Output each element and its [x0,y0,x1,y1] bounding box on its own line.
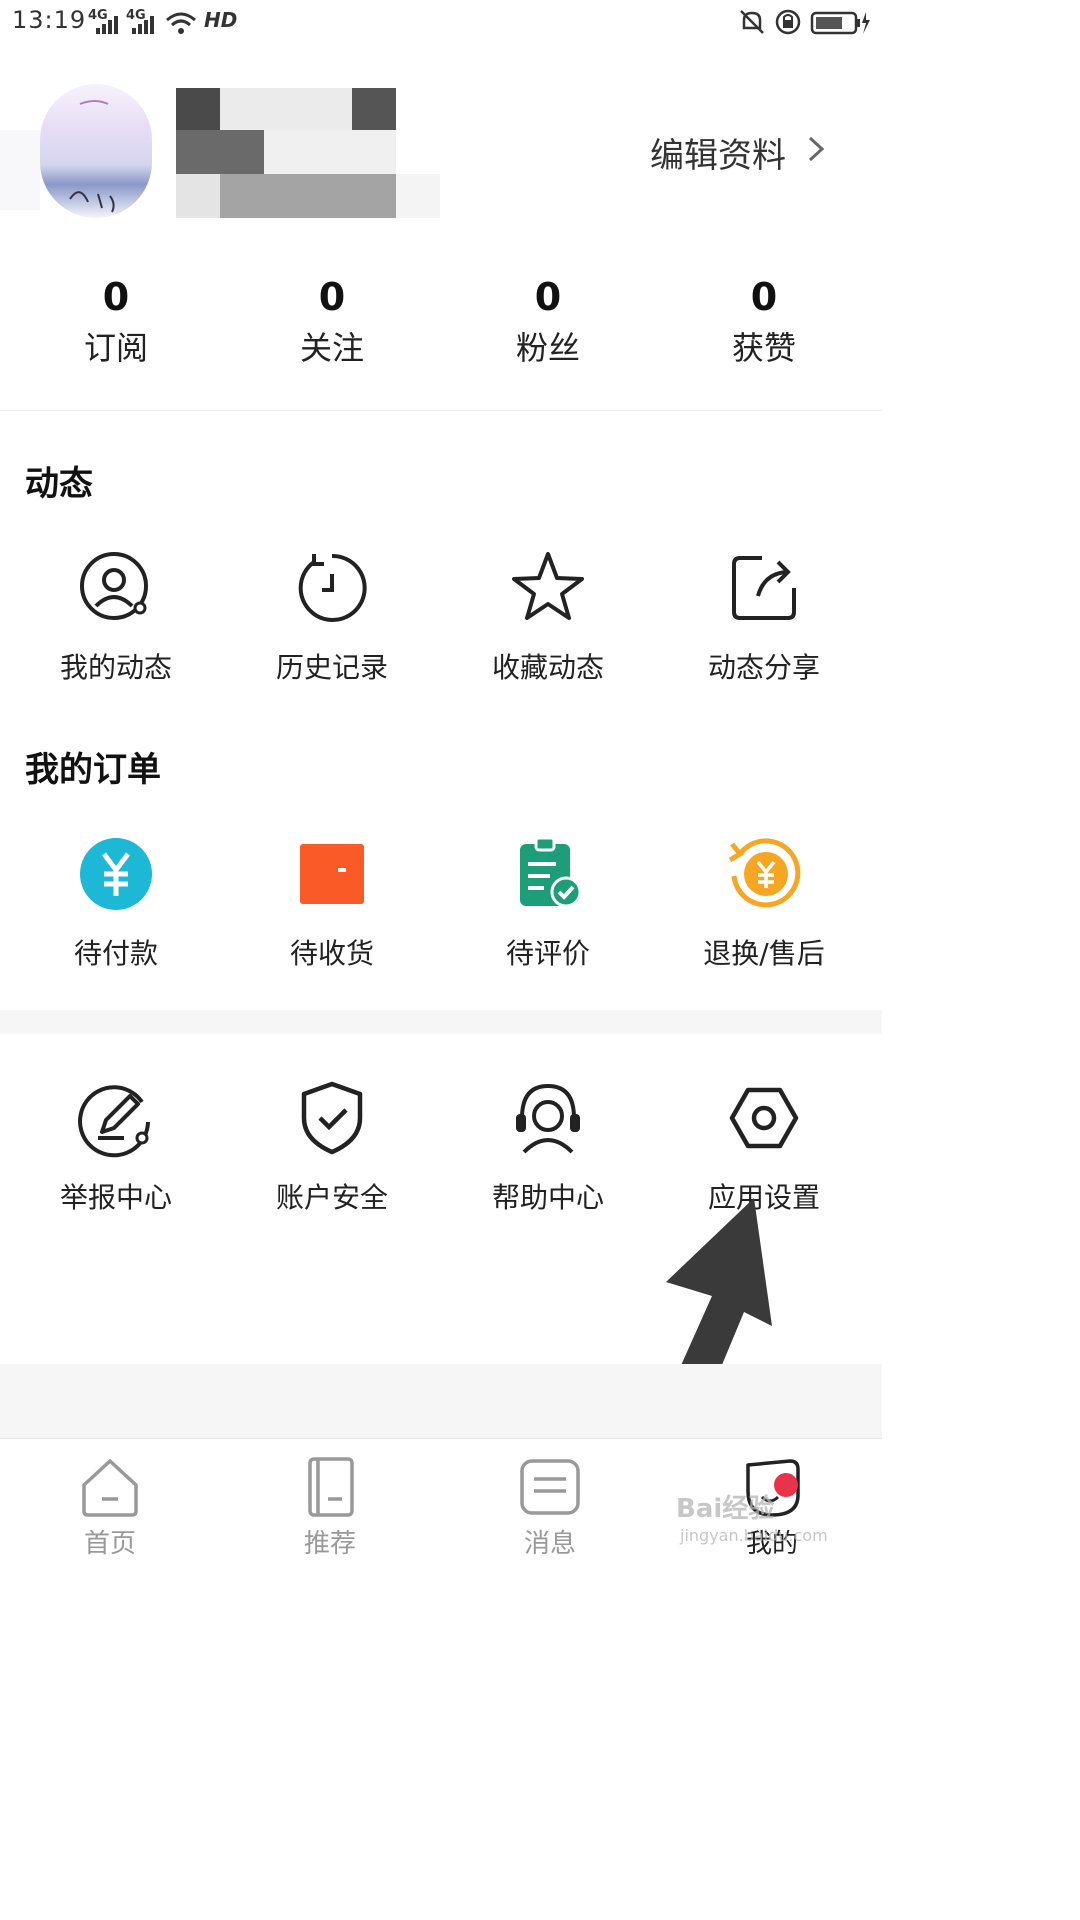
stat-subscriptions[interactable]: 0 订阅 [16,274,216,376]
nav-messages-label: 消息 [523,1529,576,1559]
yuan-coin-icon [80,838,152,910]
signal-bars-icon [96,16,118,34]
wallet-icon [300,844,364,904]
stat-label: 关注 [299,329,364,367]
share-icon [732,556,796,620]
help-center-item[interactable]: 帮助中心 [440,1078,656,1216]
username-blur-1 [176,88,220,130]
stat-fans[interactable]: 0 粉丝 [448,274,648,376]
orders-section-title: 我的订单 [25,750,161,790]
settings-hexagon-icon [729,1087,799,1149]
report-center-label: 举报中心 [59,1181,172,1214]
clipboard-check-icon [520,836,582,908]
stat-following[interactable]: 0 关注 [232,274,432,376]
divider [0,410,882,411]
status-bar: 13:19 4G 4G HD [0,0,882,44]
mute-bell-icon [740,10,764,34]
nav-recommend-label: 推荐 [303,1529,356,1559]
nav-recommend[interactable]: 推荐 [220,1455,440,1560]
username-blur-8 [396,174,440,218]
battery-icon [810,11,870,35]
history-item[interactable]: 历史记录 [224,548,440,686]
refund-icon [728,838,801,908]
profile-blur-left [0,130,40,210]
username-blur-7 [220,174,396,218]
section-separator [0,1010,882,1034]
pending-payment-item[interactable]: 待付款 [8,834,224,972]
activity-section-title: 动态 [25,464,93,504]
pending-review-label: 待评价 [505,937,590,970]
stat-likes[interactable]: 0 获赞 [664,274,864,376]
account-security-item[interactable]: 账户安全 [224,1078,440,1216]
username-blur-5 [264,130,396,174]
my-activity-label: 我的动态 [59,651,172,684]
pending-receipt-label: 待收货 [289,937,374,970]
favorites-item[interactable]: 收藏动态 [440,548,656,686]
report-pen-icon [78,1085,150,1158]
stat-value: 0 [318,275,346,319]
username-blur-2 [220,88,352,130]
nav-messages[interactable]: 消息 [440,1455,660,1560]
rotation-lock-icon [775,9,801,35]
share-label: 动态分享 [707,651,820,684]
my-activity-item[interactable]: 我的动态 [8,548,224,686]
signal-bars-icon-2 [132,16,154,34]
watermark: Bai经验 [676,1494,775,1524]
username-blur-4 [176,130,264,174]
share-item[interactable]: 动态分享 [656,548,872,686]
edit-profile-link[interactable]: 编辑资料 [650,128,786,177]
stat-value: 0 [750,275,778,319]
book-icon [308,1457,354,1517]
avatar[interactable] [40,84,152,218]
report-center-item[interactable]: 举报中心 [8,1078,224,1216]
wifi-icon [166,12,196,34]
watermark-url: jingyan.baidu.com [680,1526,828,1545]
status-time: 13:19 [12,6,87,34]
stat-value: 0 [102,275,130,319]
message-icon [520,1459,580,1515]
username-blur-6 [176,174,220,218]
stat-label: 粉丝 [515,329,580,367]
favorites-label: 收藏动态 [491,651,604,684]
home-icon [82,1459,138,1517]
stat-label: 订阅 [83,329,148,367]
pending-receipt-item[interactable]: 待收货 [224,834,440,972]
refund-item[interactable]: 退换/售后 [656,834,872,972]
star-icon [512,552,584,620]
pending-review-item[interactable]: 待评价 [440,834,656,972]
nav-home-label: 首页 [83,1529,136,1559]
shield-check-icon [301,1081,363,1155]
account-security-label: 账户安全 [275,1181,388,1214]
avatar-drawing [69,100,115,213]
refund-label: 退换/售后 [703,937,825,970]
history-label: 历史记录 [275,651,388,684]
headset-icon [516,1083,580,1154]
pending-payment-label: 待付款 [73,937,158,970]
stat-label: 获赞 [731,329,796,367]
hd-label: HD [204,8,238,32]
help-center-label: 帮助中心 [491,1181,604,1214]
chevron-right-icon[interactable] [800,134,830,164]
bottom-spacer [0,1364,882,1438]
user-circle-icon [80,552,148,620]
nav-home[interactable]: 首页 [0,1455,220,1560]
history-clock-icon [298,553,367,622]
username-blur-3 [352,88,396,130]
stat-value: 0 [534,275,562,319]
